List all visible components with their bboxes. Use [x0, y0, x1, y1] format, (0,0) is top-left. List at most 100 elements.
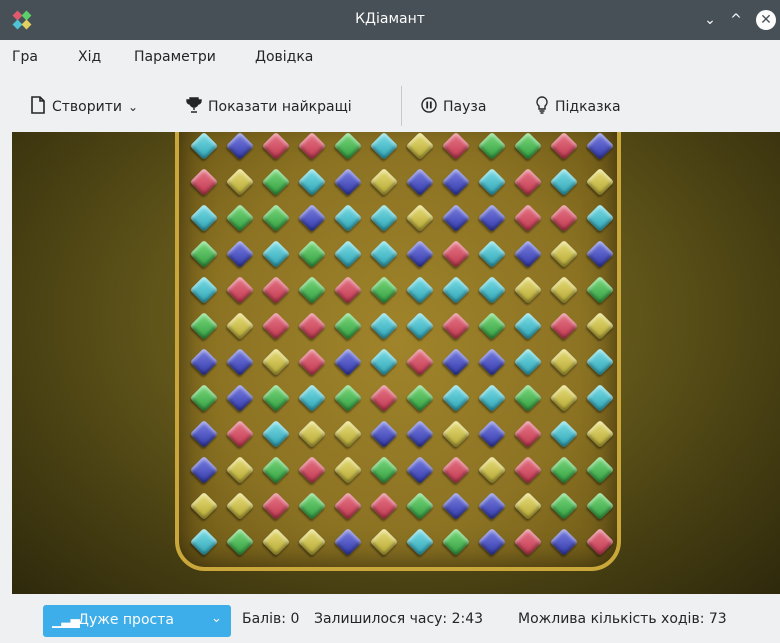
show-highscores-button[interactable]: Показати найкращі: [186, 84, 352, 130]
gem[interactable]: [441, 383, 471, 413]
gem[interactable]: [297, 275, 327, 305]
gem[interactable]: [513, 527, 543, 557]
gem[interactable]: [477, 275, 507, 305]
gem[interactable]: [297, 527, 327, 557]
gem[interactable]: [369, 239, 399, 269]
gem[interactable]: [477, 527, 507, 557]
gem[interactable]: [369, 132, 399, 161]
gem[interactable]: [513, 347, 543, 377]
gem[interactable]: [477, 419, 507, 449]
gem[interactable]: [333, 311, 363, 341]
gem[interactable]: [477, 203, 507, 233]
gem[interactable]: [549, 491, 579, 521]
gem[interactable]: [225, 311, 255, 341]
pause-button[interactable]: Пауза: [421, 84, 486, 130]
gem[interactable]: [513, 455, 543, 485]
gem[interactable]: [333, 491, 363, 521]
gem[interactable]: [405, 275, 435, 305]
gem[interactable]: [513, 275, 543, 305]
gem[interactable]: [261, 275, 291, 305]
gem[interactable]: [405, 311, 435, 341]
gem[interactable]: [297, 203, 327, 233]
gem[interactable]: [405, 167, 435, 197]
maximize-button[interactable]: ^: [726, 10, 746, 30]
gem[interactable]: [549, 167, 579, 197]
gem[interactable]: [297, 455, 327, 485]
gem[interactable]: [369, 527, 399, 557]
gem[interactable]: [333, 203, 363, 233]
gem[interactable]: [441, 132, 471, 161]
gem[interactable]: [333, 419, 363, 449]
gem[interactable]: [441, 275, 471, 305]
gem[interactable]: [477, 347, 507, 377]
gem[interactable]: [189, 132, 219, 161]
menu-help[interactable]: Довідка: [255, 49, 313, 65]
gem[interactable]: [189, 203, 219, 233]
gem[interactable]: [225, 455, 255, 485]
gem[interactable]: [477, 167, 507, 197]
gem[interactable]: [189, 527, 219, 557]
gem[interactable]: [369, 203, 399, 233]
gem[interactable]: [333, 239, 363, 269]
gem[interactable]: [549, 132, 579, 161]
gem[interactable]: [549, 239, 579, 269]
gem[interactable]: [261, 347, 291, 377]
gem[interactable]: [513, 491, 543, 521]
gem[interactable]: [297, 132, 327, 161]
gem[interactable]: [261, 132, 291, 161]
gem[interactable]: [225, 383, 255, 413]
gem[interactable]: [477, 311, 507, 341]
difficulty-selector[interactable]: ▁▃▅ Дуже проста ⌄: [43, 605, 231, 637]
gem[interactable]: [477, 132, 507, 161]
gem[interactable]: [225, 167, 255, 197]
gem[interactable]: [261, 455, 291, 485]
gem[interactable]: [549, 527, 579, 557]
gem[interactable]: [549, 419, 579, 449]
gem[interactable]: [513, 239, 543, 269]
gem[interactable]: [441, 203, 471, 233]
gem[interactable]: [261, 491, 291, 521]
gem[interactable]: [189, 239, 219, 269]
gem[interactable]: [297, 167, 327, 197]
gem[interactable]: [333, 455, 363, 485]
title-bar[interactable]: КДіамант ⌄ ^ ✕: [0, 0, 780, 40]
gem[interactable]: [369, 419, 399, 449]
gem[interactable]: [189, 383, 219, 413]
gem[interactable]: [477, 455, 507, 485]
gem[interactable]: [189, 347, 219, 377]
gem[interactable]: [477, 491, 507, 521]
gem[interactable]: [261, 527, 291, 557]
gem[interactable]: [369, 275, 399, 305]
menu-game[interactable]: Гра: [12, 49, 38, 65]
gem[interactable]: [189, 311, 219, 341]
gem[interactable]: [333, 527, 363, 557]
gem[interactable]: [405, 239, 435, 269]
gem[interactable]: [189, 419, 219, 449]
gem[interactable]: [405, 132, 435, 161]
gem[interactable]: [297, 383, 327, 413]
gem[interactable]: [549, 347, 579, 377]
gem-grid[interactable]: [179, 132, 625, 575]
gem[interactable]: [369, 347, 399, 377]
gem[interactable]: [405, 455, 435, 485]
gem[interactable]: [369, 167, 399, 197]
gem[interactable]: [333, 347, 363, 377]
gem[interactable]: [549, 383, 579, 413]
gem[interactable]: [405, 347, 435, 377]
gem[interactable]: [585, 419, 615, 449]
gem[interactable]: [549, 203, 579, 233]
chevron-down-icon[interactable]: ⌄: [128, 100, 138, 114]
gem[interactable]: [405, 491, 435, 521]
menu-move[interactable]: Хід: [78, 49, 101, 65]
gem[interactable]: [441, 527, 471, 557]
gem[interactable]: [225, 275, 255, 305]
gem[interactable]: [189, 455, 219, 485]
gem[interactable]: [441, 419, 471, 449]
gem[interactable]: [225, 132, 255, 161]
gem[interactable]: [585, 275, 615, 305]
gem[interactable]: [333, 167, 363, 197]
gem[interactable]: [261, 383, 291, 413]
gem[interactable]: [585, 347, 615, 377]
gem[interactable]: [225, 239, 255, 269]
gem[interactable]: [225, 419, 255, 449]
